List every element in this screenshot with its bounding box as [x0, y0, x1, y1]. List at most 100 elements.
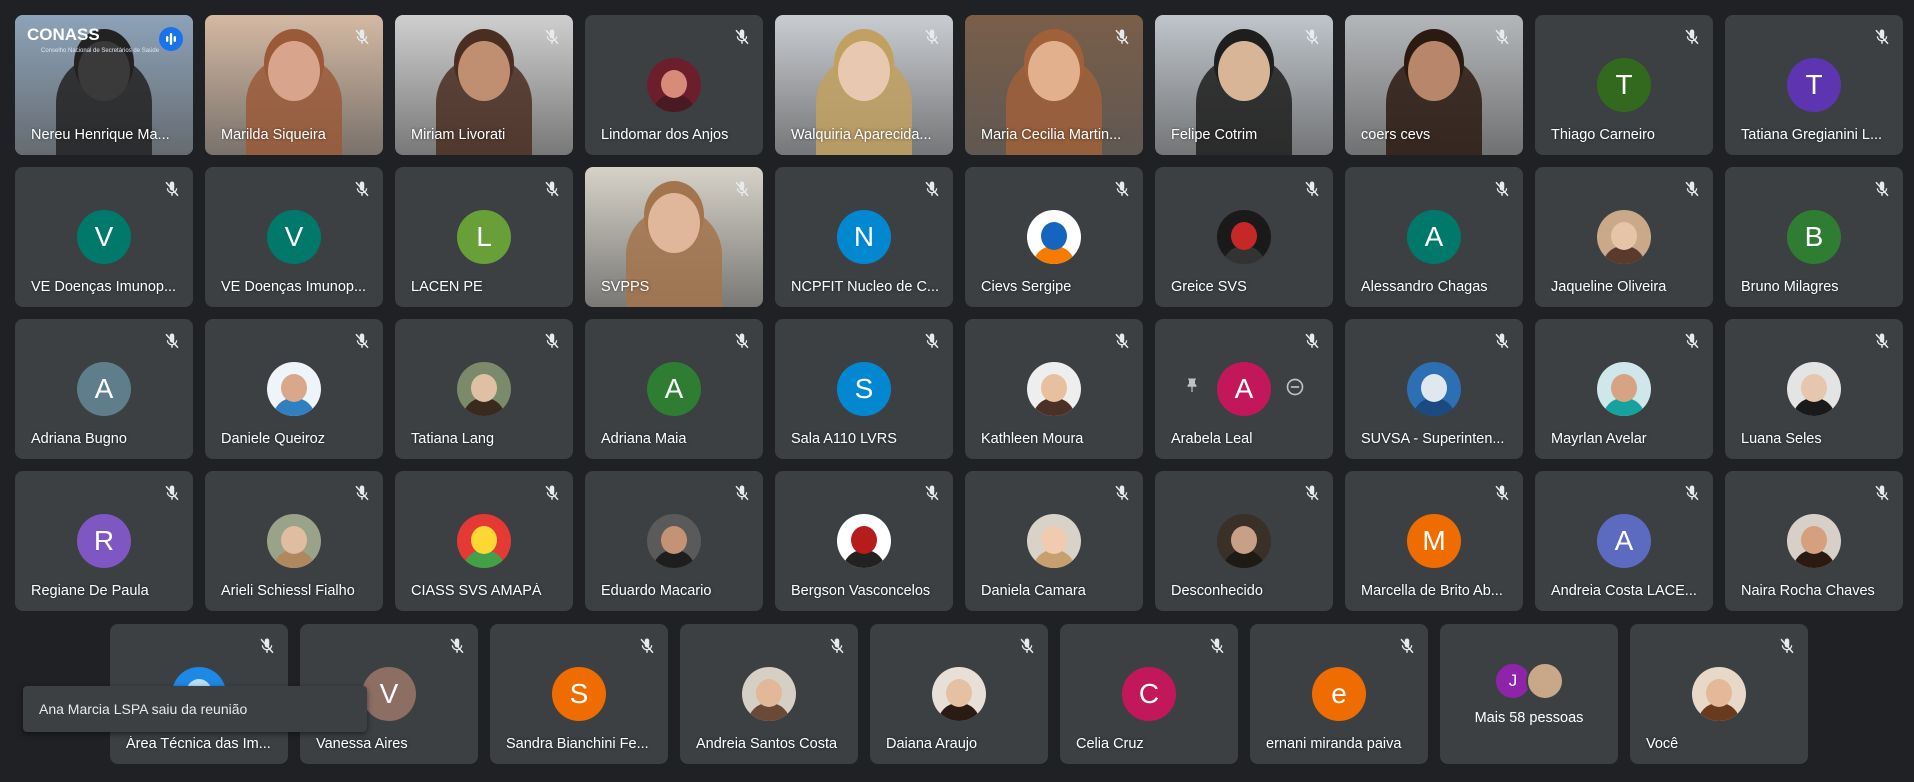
participant-tile[interactable]: Daniela Camara: [965, 471, 1143, 611]
participant-tile[interactable]: C Celia Cruz: [1060, 624, 1238, 764]
mic-off-icon: [1208, 637, 1226, 655]
mic-off-icon: [1493, 332, 1511, 350]
participant-name: Você: [1646, 736, 1679, 752]
avatar-initial: C: [1138, 678, 1160, 709]
mic-off-icon: [543, 332, 561, 350]
participant-tile[interactable]: B Bruno Milagres: [1725, 167, 1903, 307]
participant-name: Jaqueline Oliveira: [1551, 279, 1667, 295]
avatar-photo: [267, 362, 321, 416]
participant-tile[interactable]: CONASS Conselho Nacional de Secretários d…: [15, 15, 193, 155]
mic-off-icon: [543, 28, 561, 46]
participant-tile[interactable]: V VE Doenças Imunop...: [205, 167, 383, 307]
participant-name: Cievs Sergipe: [981, 279, 1072, 295]
participant-name: Vanessa Aires: [316, 736, 408, 752]
participant-name: CIASS SVS AMAPÁ: [411, 583, 542, 599]
participant-tile[interactable]: SVPPS: [585, 167, 763, 307]
avatar-photo: [647, 58, 701, 112]
participant-tile[interactable]: Arieli Schiessl Fialho: [205, 471, 383, 611]
participant-name: Naira Rocha Chaves: [1741, 583, 1875, 599]
participant-tile[interactable]: L LACEN PE: [395, 167, 573, 307]
participant-name: Arabela Leal: [1171, 431, 1253, 447]
participant-tile[interactable]: Miriam Livorati: [395, 15, 573, 155]
remove-icon[interactable]: [1285, 377, 1305, 402]
participant-tile[interactable]: S Sandra Bianchini Fe...: [490, 624, 668, 764]
participant-name: LACEN PE: [411, 279, 483, 295]
participant-tile[interactable]: A Andreia Costa LACE...: [1535, 471, 1713, 611]
mic-off-icon: [1303, 332, 1321, 350]
participant-tile[interactable]: A Adriana Maia: [585, 319, 763, 459]
participant-tile[interactable]: Naira Rocha Chaves: [1725, 471, 1903, 611]
participant-tile[interactable]: R Regiane De Paula: [15, 471, 193, 611]
avatar: V: [362, 667, 416, 721]
avatar-initial: V: [379, 678, 399, 709]
participant-name: Walquiria Aparecida...: [791, 127, 932, 143]
avatar-photo: [837, 514, 891, 568]
participant-tile[interactable]: Daniele Queiroz: [205, 319, 383, 459]
participant-name: Regiane De Paula: [31, 583, 149, 599]
participant-tile[interactable]: Luana Seles: [1725, 319, 1903, 459]
participant-name: Maria Cecilia Martin...: [981, 127, 1122, 143]
participant-tile[interactable]: Kathleen Moura: [965, 319, 1143, 459]
participant-tile[interactable]: CIASS SVS AMAPÁ: [395, 471, 573, 611]
avatar: B: [1787, 210, 1841, 264]
participant-tile[interactable]: T Tatiana Gregianini L...: [1725, 15, 1903, 155]
participant-tile[interactable]: J Mais 58 pessoas: [1440, 624, 1618, 764]
participant-grid: CONASS Conselho Nacional de Secretários d…: [0, 0, 1914, 782]
participant-tile[interactable]: Mayrlan Avelar: [1535, 319, 1713, 459]
participant-tile[interactable]: SUVSA - Superinten...: [1345, 319, 1523, 459]
participant-name: Tatiana Lang: [411, 431, 495, 447]
participant-tile[interactable]: A Alessandro Chagas: [1345, 167, 1523, 307]
participant-tile[interactable]: Você: [1630, 624, 1808, 764]
avatar-photo: [742, 667, 796, 721]
participant-name: Andreia Santos Costa: [696, 736, 838, 752]
avatar-photo: [267, 514, 321, 568]
participant-tile[interactable]: A Arabela Leal: [1155, 319, 1333, 459]
participant-tile[interactable]: Walquiria Aparecida...: [775, 15, 953, 155]
participant-tile[interactable]: Lindomar dos Anjos: [585, 15, 763, 155]
participant-tile[interactable]: Marilda Siqueira: [205, 15, 383, 155]
avatar-initial: V: [284, 221, 304, 252]
participant-tile[interactable]: Eduardo Macario: [585, 471, 763, 611]
participant-name: Adriana Maia: [601, 431, 687, 447]
participant-tile[interactable]: Jaqueline Oliveira: [1535, 167, 1713, 307]
mic-off-icon: [163, 180, 181, 198]
participant-tile[interactable]: e ernani miranda paiva: [1250, 624, 1428, 764]
participant-tile[interactable]: A Adriana Bugno: [15, 319, 193, 459]
mic-off-icon: [733, 28, 751, 46]
participant-tile[interactable]: Maria Cecilia Martin...: [965, 15, 1143, 155]
tile-hover-controls: [1155, 377, 1333, 402]
avatar-photo: [1027, 210, 1081, 264]
mic-off-icon: [1113, 180, 1131, 198]
participant-name: Nereu Henrique Ma...: [31, 127, 170, 143]
participant-tile[interactable]: Greice SVS: [1155, 167, 1333, 307]
participant-tile[interactable]: Desconhecido: [1155, 471, 1333, 611]
avatar: V: [267, 210, 321, 264]
pin-icon[interactable]: [1183, 377, 1201, 402]
mic-off-icon: [1873, 332, 1891, 350]
participant-tile[interactable]: Bergson Vasconcelos: [775, 471, 953, 611]
participant-name: Bergson Vasconcelos: [791, 583, 931, 599]
participant-tile[interactable]: M Marcella de Brito Ab...: [1345, 471, 1523, 611]
avatar: L: [457, 210, 511, 264]
participant-tile[interactable]: Cievs Sergipe: [965, 167, 1143, 307]
mic-off-icon: [1873, 28, 1891, 46]
mic-off-icon: [1018, 637, 1036, 655]
avatar: S: [837, 362, 891, 416]
participant-tile[interactable]: V VE Doenças Imunop...: [15, 167, 193, 307]
participant-tile[interactable]: coers cevs: [1345, 15, 1523, 155]
avatar-photo: [1787, 362, 1841, 416]
participant-tile[interactable]: Andreia Santos Costa: [680, 624, 858, 764]
mic-off-icon: [258, 637, 276, 655]
participant-name: Daiana Araujo: [886, 736, 978, 752]
mic-off-icon: [163, 332, 181, 350]
avatar-photo: [932, 667, 986, 721]
mic-off-icon: [543, 180, 561, 198]
mic-off-icon: [1493, 180, 1511, 198]
participant-tile[interactable]: Felipe Cotrim: [1155, 15, 1333, 155]
mic-off-icon: [733, 484, 751, 502]
participant-tile[interactable]: Daiana Araujo: [870, 624, 1048, 764]
participant-tile[interactable]: S Sala A110 LVRS: [775, 319, 953, 459]
participant-tile[interactable]: Tatiana Lang: [395, 319, 573, 459]
participant-tile[interactable]: T Thiago Carneiro: [1535, 15, 1713, 155]
participant-tile[interactable]: N NCPFIT Nucleo de C...: [775, 167, 953, 307]
